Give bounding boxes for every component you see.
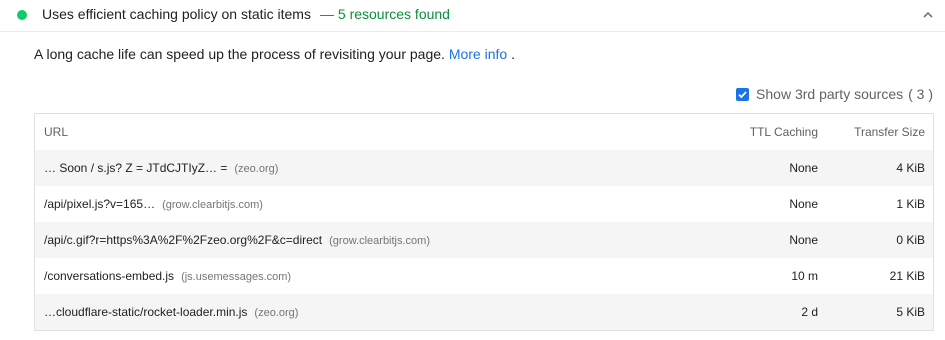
ttl-cell: 2 d <box>801 305 818 319</box>
resource-url-cell: … Soon / s.js? Z = JTdCJTIyZ… = (zeo.org) <box>44 161 278 175</box>
resource-url-cell: …cloudflare-static/rocket-loader.min.js (… <box>44 305 298 319</box>
ttl-cell: None <box>789 197 818 211</box>
column-header-ttl: TTL Caching <box>749 125 818 139</box>
column-header-url: URL <box>44 125 69 139</box>
resource-url-cell: /api/pixel.js?v=165… (grow.clearbitjs.com… <box>44 197 263 211</box>
audit-summary: — 5 resources found <box>320 6 450 22</box>
third-party-count: ( 3 ) <box>908 86 933 102</box>
third-party-label: Show 3rd party sources <box>756 86 904 102</box>
size-cell: 1 KiB <box>896 197 925 211</box>
pass-status-icon <box>17 10 27 20</box>
resource-origin: (zeo.org) <box>254 307 299 319</box>
resource-url-cell: /conversations-embed.js (js.usemessages.c… <box>44 269 291 283</box>
table-row: …cloudflare-static/rocket-loader.min.js (… <box>35 294 933 330</box>
table-row: /api/pixel.js?v=165… (grow.clearbitjs.com… <box>35 186 933 222</box>
resource-url[interactable]: /api/c.gif?r=https%3A%2F%2Fzeo.org%2F&c=… <box>44 233 322 247</box>
checkmark-icon <box>738 90 747 98</box>
size-cell: 21 KiB <box>889 269 925 283</box>
ttl-cell: None <box>789 233 818 247</box>
audit-header[interactable]: Uses efficient caching policy on static … <box>0 0 945 32</box>
table-row: /api/c.gif?r=https%3A%2F%2Fzeo.org%2F&c=… <box>35 222 933 258</box>
resources-table: URL TTL Caching Transfer Size … Soon / s… <box>34 113 934 331</box>
size-cell: 4 KiB <box>896 161 925 175</box>
chevron-up-icon[interactable] <box>919 6 937 24</box>
column-header-size: Transfer Size <box>854 125 925 139</box>
ttl-cell: 10 m <box>791 269 818 283</box>
description-text: A long cache life can speed up the proce… <box>34 46 445 62</box>
caching-audit: Uses efficient caching policy on static … <box>0 0 945 340</box>
description-suffix: . <box>511 46 515 62</box>
size-cell: 5 KiB <box>896 305 925 319</box>
table-header: URL TTL Caching Transfer Size <box>35 114 933 150</box>
resource-url[interactable]: /api/pixel.js?v=165… <box>44 197 155 211</box>
resource-origin: (grow.clearbitjs.com) <box>162 199 263 211</box>
resource-origin: (zeo.org) <box>234 163 279 175</box>
resource-url[interactable]: … Soon / s.js? Z = JTdCJTIyZ… = <box>44 161 227 175</box>
resource-url-cell: /api/c.gif?r=https%3A%2F%2Fzeo.org%2F&c=… <box>44 233 430 247</box>
more-info-link[interactable]: More info <box>449 46 507 62</box>
audit-title: Uses efficient caching policy on static … <box>42 6 311 22</box>
ttl-cell: None <box>789 161 818 175</box>
third-party-checkbox[interactable] <box>736 87 750 101</box>
resource-origin: (js.usemessages.com) <box>181 271 292 283</box>
resource-url[interactable]: /conversations-embed.js <box>44 269 174 283</box>
table-row: … Soon / s.js? Z = JTdCJTIyZ… = (zeo.org)… <box>35 150 933 186</box>
audit-description: A long cache life can speed up the proce… <box>34 46 515 62</box>
table-row: /conversations-embed.js (js.usemessages.c… <box>35 258 933 294</box>
resource-origin: (grow.clearbitjs.com) <box>329 235 430 247</box>
third-party-toggle[interactable]: Show 3rd party sources ( 3 ) <box>736 85 933 103</box>
resource-url[interactable]: …cloudflare-static/rocket-loader.min.js <box>44 305 247 319</box>
size-cell: 0 KiB <box>896 233 925 247</box>
